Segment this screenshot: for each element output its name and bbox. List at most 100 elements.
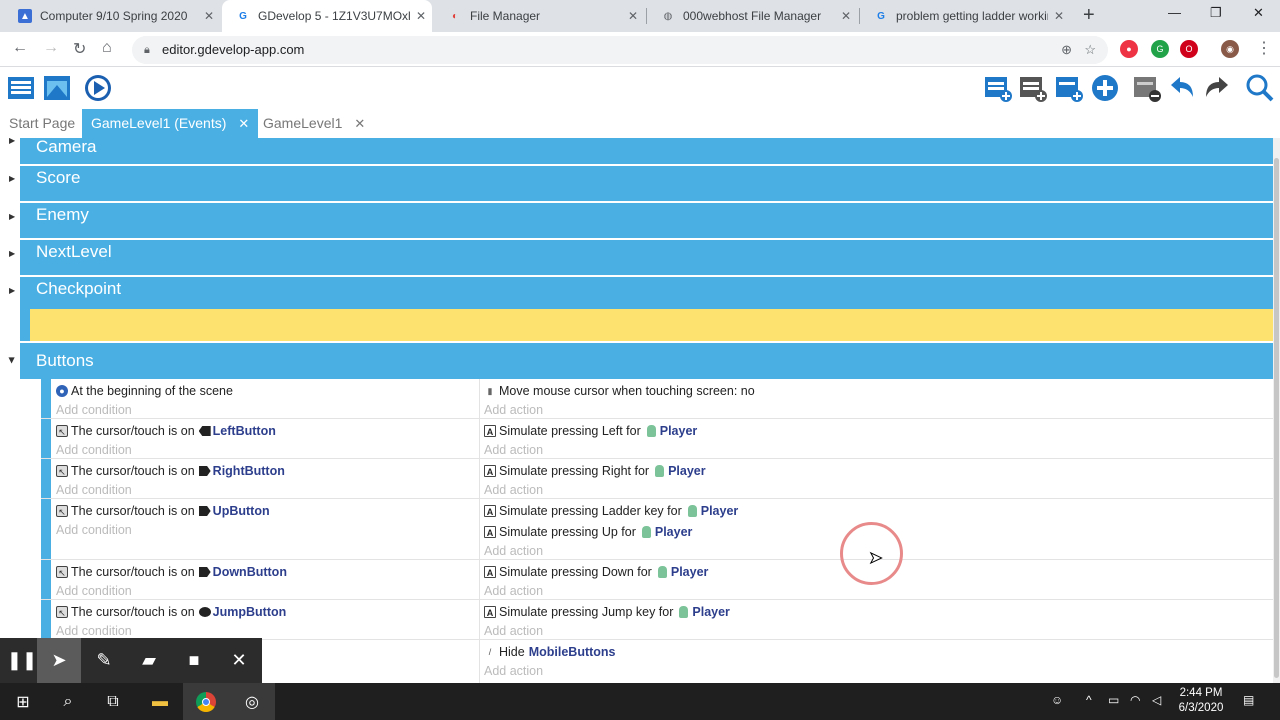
restore-icon[interactable]: ❐ [1210,5,1222,21]
collapse-arrow-icon[interactable]: ▶ [8,357,17,363]
scene-editor-icon[interactable] [42,73,72,103]
add-condition-link[interactable]: Add condition [56,403,132,417]
add-condition-link[interactable]: Add condition [56,523,132,537]
browser-tab[interactable]: ◐ File Manager ✕ [434,0,644,32]
clock[interactable]: 2:44 PM 6/3/2020 [1168,686,1234,716]
event-group-checkpoint[interactable]: Checkpoint [20,277,1273,312]
new-tab-icon[interactable]: + [1083,4,1095,27]
comment-event[interactable] [30,309,1273,341]
search-icon[interactable]: ⌕ [45,683,91,720]
action[interactable]: A Simulate pressing Down for Player [484,565,708,579]
event-group-nextlevel[interactable]: NextLevel [20,240,1273,275]
browser-tab[interactable]: ◍ 000webhost File Manager ✕ [647,0,857,32]
add-comment-icon[interactable] [1054,73,1084,103]
delete-event-icon[interactable] [1132,73,1162,103]
add-action-link[interactable]: Add action [484,584,543,598]
browser-tab[interactable]: G problem getting ladder workin ✕ [860,0,1070,32]
file-explorer-icon[interactable]: ▬ [137,683,183,720]
back-icon[interactable]: ← [12,39,28,57]
action[interactable]: A Simulate pressing Ladder key for Player [484,504,738,518]
event-group-enemy[interactable]: Enemy [20,203,1273,238]
pen-icon[interactable]: ✎ [82,638,126,683]
add-site-icon[interactable]: ⊕ [1061,36,1072,64]
search-icon[interactable] [1245,73,1275,103]
action[interactable]: A Simulate pressing Left for Player [484,424,697,438]
chrome-icon[interactable] [183,683,229,720]
event-group-camera[interactable]: Camera [20,138,1273,164]
add-subevent-icon[interactable] [1018,73,1048,103]
add-action-link[interactable]: Add action [484,483,543,497]
close-tab-icon[interactable]: ✕ [198,9,220,23]
wifi-icon[interactable]: ◠ [1130,693,1140,707]
add-condition-link[interactable]: Add condition [56,584,132,598]
add-action-link[interactable]: Add action [484,544,543,558]
tab-gamelevel1-events[interactable]: GameLevel1 (Events) ✕ [82,109,259,138]
add-condition-link[interactable]: Add condition [56,624,132,638]
bookmark-star-icon[interactable]: ☆ [1084,36,1096,64]
condition[interactable]: ↖ The cursor/touch is on RightButton [56,464,285,478]
close-tab-icon[interactable]: ✕ [835,9,857,23]
close-tab-icon[interactable]: ✕ [410,9,432,23]
expand-arrow-icon[interactable]: ▶ [9,138,15,145]
condition[interactable]: ↖ The cursor/touch is on LeftButton [56,424,276,438]
grammarly-extension-icon[interactable]: G [1151,40,1169,58]
tray-chevron-icon[interactable]: ^ [1086,693,1092,707]
add-action-link[interactable]: Add action [484,443,543,457]
expand-arrow-icon[interactable]: ▶ [9,249,15,258]
condition[interactable]: ↖ The cursor/touch is on DownButton [56,565,287,579]
tab-gamelevel1[interactable]: GameLevel1 ✕ [254,109,374,138]
undo-icon[interactable] [1167,73,1197,103]
condition[interactable]: ↖ The cursor/touch is on UpButton [56,504,270,518]
action[interactable]: ▮ Move mouse cursor when touching screen:… [484,384,755,398]
close-icon[interactable]: ✕ [217,638,261,683]
add-event-icon[interactable] [983,73,1013,103]
task-view-icon[interactable]: ⧉ [90,683,136,720]
notifications-icon[interactable]: ▤ [1243,693,1254,707]
redo-icon[interactable] [1202,73,1232,103]
add-action-link[interactable]: Add action [484,403,543,417]
home-icon[interactable]: ⌂ [102,39,112,57]
volume-icon[interactable]: ◁ [1152,693,1161,707]
add-condition-link[interactable]: Add condition [56,443,132,457]
camera-icon[interactable]: ■ [172,638,216,683]
url-field[interactable]: 🔒︎ editor.gdevelop-app.com ⊕ ☆ [132,36,1108,64]
highlighter-icon[interactable]: ▰ [127,638,171,683]
add-action-link[interactable]: Add action [484,664,543,678]
close-tab-icon[interactable]: ✕ [622,9,644,23]
event-group-score[interactable]: Score [20,166,1273,201]
add-action-link[interactable]: Add action [484,624,543,638]
scrollbar-thumb[interactable] [1274,158,1279,678]
pointer-icon[interactable]: ➤ [37,638,81,683]
expand-arrow-icon[interactable]: ▶ [9,174,15,183]
close-icon[interactable]: ✕ [354,116,365,131]
opera-extension-icon[interactable]: O [1180,40,1198,58]
forward-icon[interactable]: → [43,39,59,57]
windows-start-icon[interactable]: ⊞ [0,683,46,720]
menu-kebab-icon[interactable]: ⋮ [1256,38,1272,58]
close-window-icon[interactable]: ✕ [1253,5,1264,21]
preview-play-icon[interactable] [83,73,113,103]
screencast-app-icon[interactable]: ◎ [229,683,275,720]
action[interactable]: / Hide MobileButtons [484,645,616,659]
expand-arrow-icon[interactable]: ▶ [9,212,15,221]
project-manager-icon[interactable] [6,73,36,103]
minimize-icon[interactable]: — [1168,5,1181,20]
condition[interactable]: ↖ The cursor/touch is on JumpButton [56,605,286,619]
add-more-icon[interactable] [1090,73,1120,103]
people-icon[interactable]: ☺ [1051,693,1063,707]
condition[interactable]: ● At the beginning of the scene [56,384,233,398]
close-icon[interactable]: ✕ [238,116,249,131]
close-tab-icon[interactable]: ✕ [1048,9,1070,23]
extension-icon[interactable]: ● [1120,40,1138,58]
reload-icon[interactable]: ↻ [73,39,86,59]
add-condition-link[interactable]: Add condition [56,483,132,497]
browser-tab-active[interactable]: G GDevelop 5 - 1Z1V3U7MOxlG ✕ [222,0,432,32]
action[interactable]: A Simulate pressing Up for Player [484,525,692,539]
vertical-scrollbar[interactable] [1273,138,1280,683]
battery-icon[interactable]: ▭ [1108,693,1119,707]
tab-start-page[interactable]: Start Page [0,109,84,138]
action[interactable]: A Simulate pressing Jump key for Player [484,605,730,619]
event-group-buttons[interactable]: Buttons [20,343,1273,379]
action[interactable]: A Simulate pressing Right for Player [484,464,706,478]
profile-avatar[interactable]: ◉ [1221,40,1239,58]
